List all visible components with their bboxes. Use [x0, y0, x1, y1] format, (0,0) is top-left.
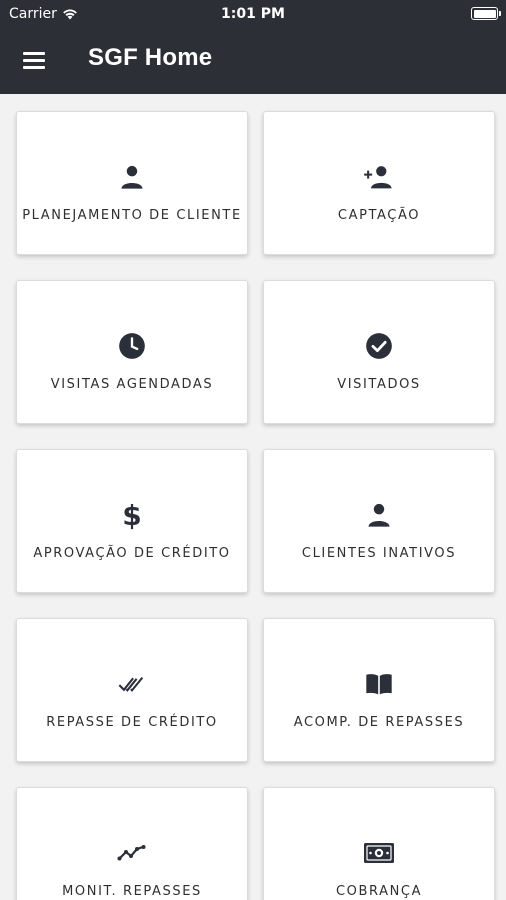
- dollar-glyph: $: [122, 498, 142, 532]
- page-title: SGF Home: [88, 44, 213, 71]
- tile-label: VISITAS AGENDADAS: [50, 377, 214, 392]
- dollar-icon: $: [17, 498, 247, 532]
- tile-label: REPASSE DE CRÉDITO: [46, 715, 218, 730]
- tile-visitados[interactable]: VISITADOS: [263, 280, 495, 424]
- check-circle-icon: [264, 331, 494, 361]
- hamburger-line: [23, 66, 45, 69]
- person-icon: [17, 162, 247, 192]
- tile-label: COBRANÇA: [335, 884, 423, 899]
- trending-icon: [17, 838, 247, 868]
- menu-button[interactable]: [20, 47, 50, 75]
- tile-label: ACOMP. DE REPASSES: [293, 715, 465, 730]
- tile-captacao[interactable]: CAPTAÇÃO: [263, 111, 495, 255]
- tile-label: APROVAÇÃO DE CRÉDITO: [33, 546, 231, 561]
- tile-label: CAPTAÇÃO: [337, 208, 421, 223]
- header-bar: SGF Home: [0, 28, 506, 94]
- tile-label: CLIENTES INATIVOS: [301, 546, 457, 561]
- tile-label: MONIT. REPASSES: [62, 884, 202, 899]
- tile-clientes-inativos[interactable]: CLIENTES INATIVOS: [263, 449, 495, 593]
- tile-planejamento-de-cliente[interactable]: PLANEJAMENTO DE CLIENTE: [16, 111, 248, 255]
- status-bar: Carrier 1:01 PM: [0, 0, 506, 28]
- hamburger-line: [23, 59, 45, 62]
- hamburger-line: [23, 52, 45, 55]
- book-icon: [264, 669, 494, 699]
- double-check-icon: [17, 669, 247, 699]
- tile-visitas-agendadas[interactable]: VISITAS AGENDADAS: [16, 280, 248, 424]
- person-icon: [264, 500, 494, 530]
- battery-icon: [471, 7, 501, 20]
- tile-cobranca[interactable]: COBRANÇA: [263, 787, 495, 900]
- tile-aprovacao-de-credito[interactable]: $ APROVAÇÃO DE CRÉDITO: [16, 449, 248, 593]
- tile-repasse-de-credito[interactable]: REPASSE DE CRÉDITO: [16, 618, 248, 762]
- money-icon: [264, 838, 494, 868]
- status-time: 1:01 PM: [221, 6, 285, 22]
- add-person-icon: [264, 162, 494, 192]
- tile-label: PLANEJAMENTO DE CLIENTE: [22, 208, 242, 223]
- tile-acomp-de-repasses[interactable]: ACOMP. DE REPASSES: [263, 618, 495, 762]
- tile-grid: PLANEJAMENTO DE CLIENTE CAPTAÇÃO VISITAS…: [0, 94, 506, 900]
- clock-icon: [17, 331, 247, 361]
- tile-monit-repasses[interactable]: MONIT. REPASSES: [16, 787, 248, 900]
- tile-label: VISITADOS: [337, 377, 421, 392]
